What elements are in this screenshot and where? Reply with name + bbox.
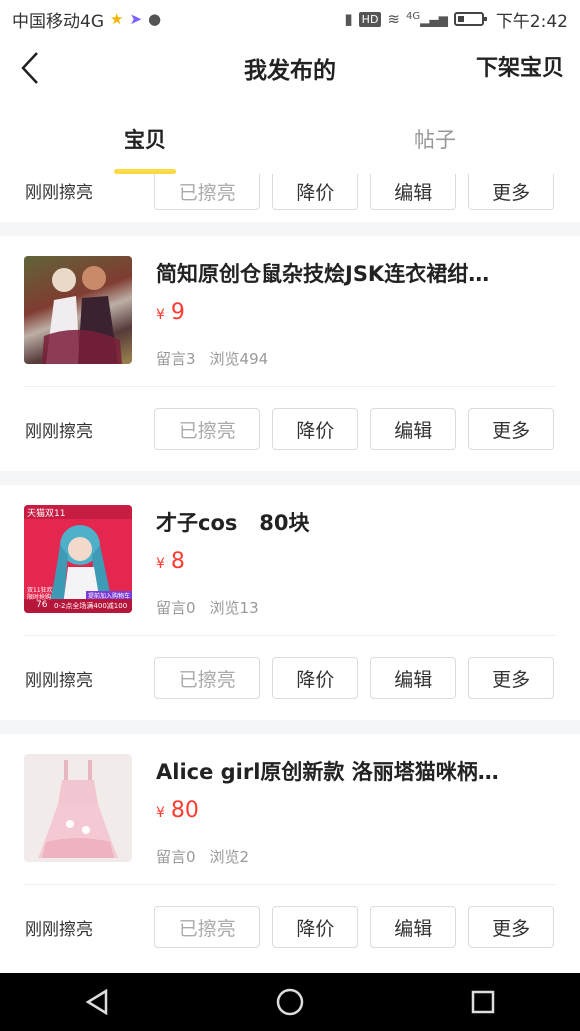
vibrate-icon: ▮ — [344, 10, 353, 28]
promo-cart: 提前加入购物车 — [88, 593, 131, 600]
view-count: 浏览494 — [209, 350, 269, 368]
separator — [0, 720, 580, 734]
back-icon[interactable] — [16, 50, 44, 86]
separator — [0, 471, 580, 485]
status-bar: 中国移动4G ★ ➤ ● ▮ HD ≋ 4G▂▄▆ 下午2:42 — [0, 0, 580, 38]
polished-button[interactable]: 已擦亮 — [154, 906, 261, 948]
action-row: 刚刚擦亮 已擦亮 降价 编辑 更多 — [0, 885, 580, 969]
tab-items[interactable]: 宝贝 — [0, 108, 290, 174]
reduce-price-button[interactable]: 降价 — [272, 408, 359, 450]
hd-icon: HD — [358, 11, 382, 27]
page-title: 我发布的 — [244, 58, 336, 84]
delist-button[interactable]: 下架宝贝 — [476, 50, 564, 82]
more-button[interactable]: 更多 — [468, 174, 555, 210]
price-value: 80 — [170, 798, 199, 823]
promo-badge: 天猫双11 — [27, 509, 66, 519]
clock-label: 下午2:42 — [495, 11, 568, 32]
polished-button[interactable]: 已擦亮 — [154, 657, 261, 699]
item-title: 简知原创仓鼠杂技烩JSK连衣裙绀… — [156, 262, 490, 286]
network-type-label: 4G — [406, 11, 421, 22]
currency-symbol: ¥ — [156, 805, 165, 821]
view-count: 浏览2 — [209, 848, 250, 866]
polished-button[interactable]: 已擦亮 — [154, 174, 261, 210]
item-list[interactable]: 刚刚擦亮 已擦亮 降价 编辑 更多 简知原创仓鼠杂技烩JSK连衣裙绀… ¥ 9 … — [0, 174, 580, 972]
message-icon: ● — [148, 10, 162, 28]
partial-card: 刚刚擦亮 已擦亮 降价 编辑 更多 — [0, 174, 580, 222]
status-right: ▮ HD ≋ 4G▂▄▆ 下午2:42 — [344, 7, 568, 32]
polish-status-label: 刚刚擦亮 — [25, 183, 93, 203]
price-value: 9 — [170, 300, 185, 325]
item-card: 简知原创仓鼠杂技烩JSK连衣裙绀… ¥9 留言3 浏览494 刚刚擦亮 已擦亮 … — [0, 236, 580, 471]
comment-count: 留言0 — [156, 848, 196, 866]
polished-button[interactable]: 已擦亮 — [154, 408, 261, 450]
item-info[interactable]: Alice girl原创新款 洛丽塔猫咪柄… ¥80 留言0 浏览2 — [24, 734, 556, 885]
comment-count: 留言3 — [156, 350, 196, 368]
more-button[interactable]: 更多 — [468, 657, 555, 699]
action-row: 刚刚擦亮 已擦亮 降价 编辑 更多 — [0, 174, 580, 222]
nav-recents-icon[interactable] — [453, 973, 513, 1031]
item-thumbnail[interactable]: 天猫双11 双11狂欢 限时抢购 76 提前加入购物车 0-2点全场满400减1… — [24, 505, 132, 613]
price-value: 8 — [170, 549, 185, 574]
promo-price: 76 — [36, 600, 48, 610]
nav-back-icon[interactable] — [67, 973, 127, 1031]
currency-symbol: ¥ — [156, 307, 165, 323]
tab-posts[interactable]: 帖子 — [290, 108, 580, 174]
reduce-price-button[interactable]: 降价 — [272, 906, 359, 948]
currency-symbol: ¥ — [156, 556, 165, 572]
tab-items-label: 宝贝 — [124, 128, 166, 152]
item-info[interactable]: 天猫双11 双11狂欢 限时抢购 76 提前加入购物车 0-2点全场满400减1… — [24, 485, 556, 636]
item-card: Alice girl原创新款 洛丽塔猫咪柄… ¥80 留言0 浏览2 刚刚擦亮 … — [0, 734, 580, 969]
promo-text: 0-2点全场满400减100 — [54, 602, 128, 610]
tab-bar: 宝贝 帖子 — [0, 108, 580, 174]
separator — [0, 222, 580, 236]
star-icon: ★ — [110, 10, 124, 28]
edit-button[interactable]: 编辑 — [370, 906, 457, 948]
item-thumbnail[interactable] — [24, 256, 132, 364]
item-card: 天猫双11 双11狂欢 限时抢购 76 提前加入购物车 0-2点全场满400减1… — [0, 485, 580, 720]
item-price: ¥8 — [156, 549, 185, 574]
app-notification-icon: ➤ — [129, 10, 143, 28]
nav-home-icon[interactable] — [260, 973, 320, 1031]
item-thumbnail[interactable] — [24, 754, 132, 862]
edit-button[interactable]: 编辑 — [370, 657, 457, 699]
item-stats: 留言0 浏览2 — [156, 846, 249, 867]
edit-button[interactable]: 编辑 — [370, 174, 457, 210]
reduce-price-button[interactable]: 降价 — [272, 174, 359, 210]
action-row: 刚刚擦亮 已擦亮 降价 编辑 更多 — [0, 387, 580, 471]
system-nav-bar — [0, 973, 580, 1031]
status-left: 中国移动4G ★ ➤ ● — [12, 7, 161, 32]
signal-icon: 4G▂▄▆ — [406, 11, 448, 27]
polish-status-label: 刚刚擦亮 — [25, 421, 93, 442]
wifi-icon: ≋ — [387, 10, 400, 28]
item-price: ¥80 — [156, 798, 199, 823]
item-stats: 留言0 浏览13 — [156, 597, 259, 618]
item-title: 才子cos 80块 — [156, 511, 310, 535]
polish-status-label: 刚刚擦亮 — [25, 670, 93, 691]
battery-icon — [453, 12, 487, 26]
item-stats: 留言3 浏览494 — [156, 348, 268, 369]
edit-button[interactable]: 编辑 — [370, 408, 457, 450]
carrier-label: 中国移动4G — [12, 11, 104, 32]
more-button[interactable]: 更多 — [468, 906, 555, 948]
top-header: 我发布的 下架宝贝 — [0, 38, 580, 98]
view-count: 浏览13 — [209, 599, 259, 617]
action-row: 刚刚擦亮 已擦亮 降价 编辑 更多 — [0, 636, 580, 720]
polish-status-label: 刚刚擦亮 — [25, 919, 93, 940]
item-title: Alice girl原创新款 洛丽塔猫咪柄… — [156, 760, 499, 784]
item-price: ¥9 — [156, 300, 185, 325]
item-info[interactable]: 简知原创仓鼠杂技烩JSK连衣裙绀… ¥9 留言3 浏览494 — [24, 236, 556, 387]
tab-posts-label: 帖子 — [414, 128, 456, 152]
reduce-price-button[interactable]: 降价 — [272, 657, 359, 699]
more-button[interactable]: 更多 — [468, 408, 555, 450]
comment-count: 留言0 — [156, 599, 196, 617]
